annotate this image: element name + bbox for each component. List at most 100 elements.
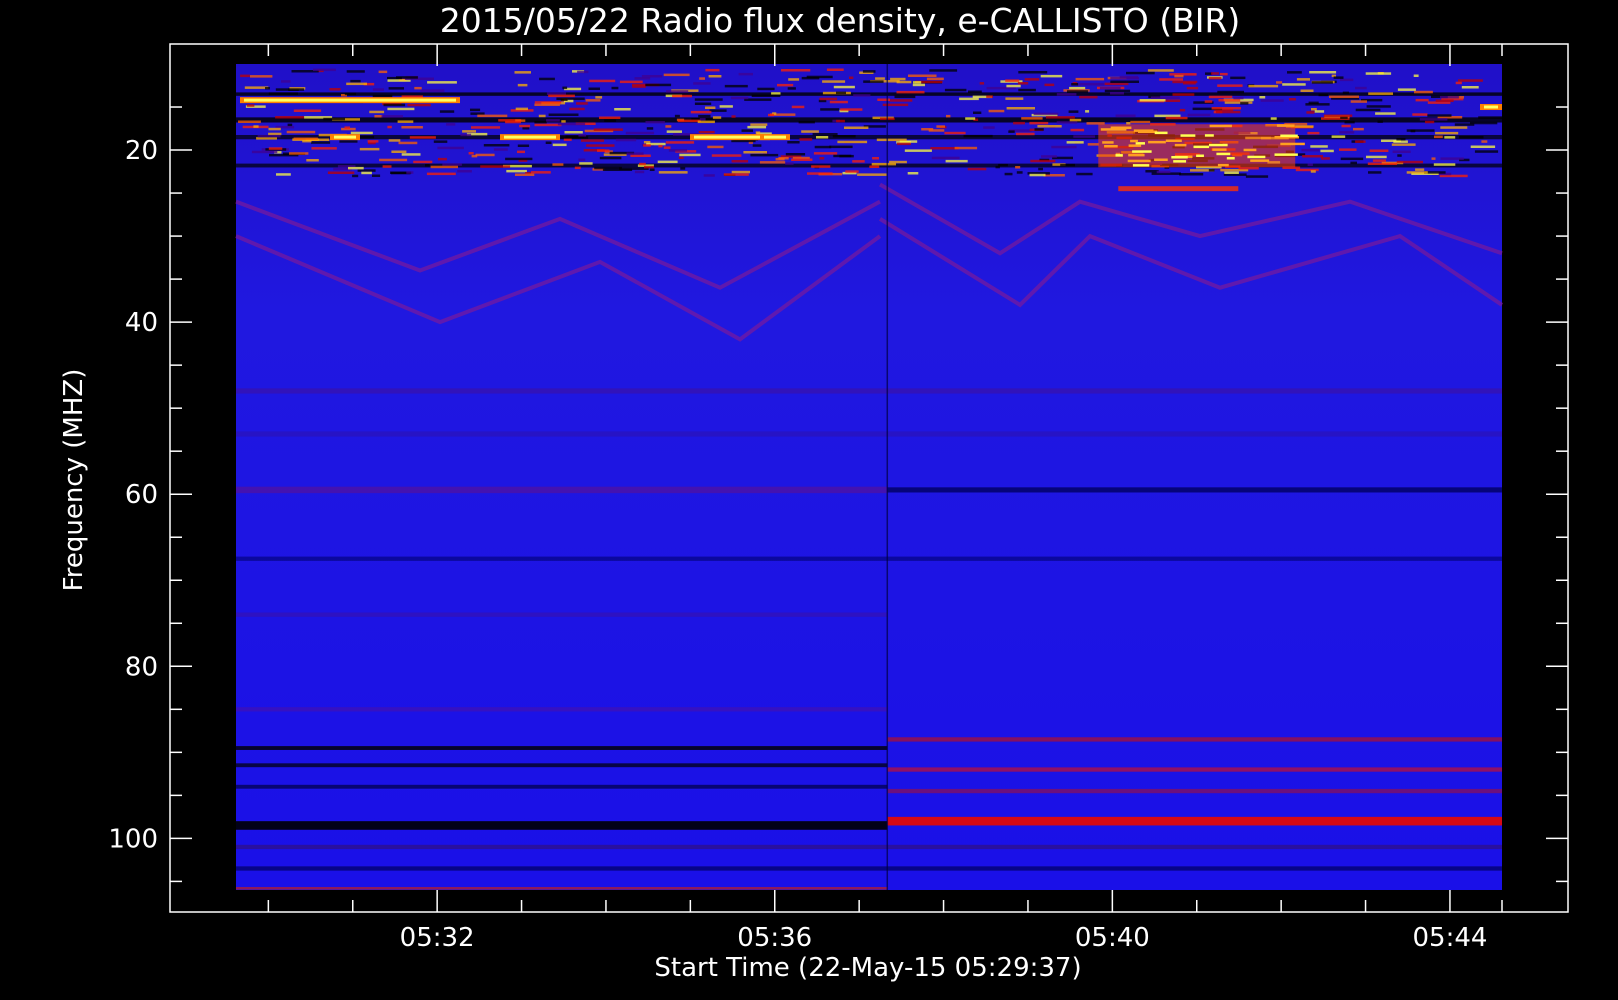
interference-speck (1425, 120, 1435, 124)
interference-speck (634, 77, 651, 80)
interference-speck (665, 141, 695, 144)
interference-speck (548, 113, 579, 116)
interference-speck (1069, 118, 1082, 122)
interference-speck (1372, 159, 1386, 162)
interference-speck (1478, 116, 1506, 119)
interference-speck (413, 160, 433, 164)
interference-speck (928, 129, 945, 132)
interference-speck (585, 99, 601, 102)
interference-speck (275, 116, 304, 119)
interference-speck (1433, 163, 1456, 166)
interference-speck (1435, 131, 1459, 135)
interference-speck (1481, 140, 1488, 143)
interference-speck (698, 130, 715, 134)
emission-patch-speck (1130, 139, 1138, 143)
interference-speck (1329, 95, 1359, 98)
interference-speck (626, 152, 644, 155)
interference-speck (1320, 149, 1334, 153)
emission-patch-speck (1226, 157, 1235, 160)
interference-speck (755, 131, 761, 134)
interference-speck (372, 88, 384, 91)
spectrum-band-12 (236, 763, 888, 768)
interference-speck (1365, 72, 1392, 75)
interference-speck (693, 82, 711, 85)
interference-speck (1104, 89, 1131, 93)
interference-streak-core-5 (1484, 105, 1498, 109)
interference-speck (388, 87, 404, 90)
interference-speck (1375, 112, 1396, 115)
interference-speck (1413, 74, 1419, 77)
interference-speck (493, 148, 508, 151)
interference-speck (599, 156, 622, 160)
interference-speck (1066, 141, 1084, 144)
interference-speck (645, 83, 672, 87)
interference-speck (1296, 78, 1310, 81)
interference-speck (1126, 122, 1131, 125)
emission-patch-speck (1274, 153, 1298, 156)
interference-speck (599, 116, 621, 119)
interference-speck (1414, 90, 1433, 94)
emission-patch-speck (1165, 139, 1182, 142)
interference-speck (1030, 159, 1056, 163)
interference-speck (1067, 90, 1089, 93)
interference-speck (1060, 163, 1075, 167)
interference-speck (406, 171, 414, 174)
interference-speck (586, 144, 615, 147)
interference-speck (563, 138, 572, 141)
interference-speck (578, 134, 587, 137)
interference-speck (1110, 77, 1139, 80)
interference-speck (611, 86, 619, 90)
interference-speck (1311, 108, 1317, 111)
interference-speck (1208, 95, 1233, 99)
interference-speck (275, 88, 305, 91)
interference-speck (615, 138, 637, 142)
interference-speck (251, 150, 278, 154)
emission-patch-speck (1128, 144, 1142, 147)
interference-speck (372, 94, 393, 98)
interference-speck (256, 137, 277, 140)
interference-speck (369, 110, 385, 114)
interference-streak-core-4 (764, 135, 786, 139)
interference-speck (534, 120, 547, 124)
interference-speck (678, 156, 684, 159)
interference-speck (1309, 71, 1337, 74)
interference-speck (401, 153, 421, 156)
interference-speck (346, 70, 365, 73)
interference-speck (889, 160, 907, 164)
interference-speck (522, 127, 530, 130)
interference-speck (1086, 122, 1105, 125)
interference-speck (348, 166, 364, 170)
interference-speck (1419, 118, 1448, 121)
interference-speck (1434, 135, 1443, 139)
chart-title: 2015/05/22 Radio flux density, e-CALLIST… (440, 1, 1241, 40)
interference-speck (1013, 121, 1025, 125)
interference-speck (329, 88, 341, 91)
interference-speck (1056, 121, 1078, 124)
interference-speck (430, 165, 458, 169)
interference-speck (1367, 162, 1398, 165)
interference-speck (1071, 83, 1079, 86)
interference-speck (1165, 116, 1188, 120)
interference-speck (812, 133, 838, 136)
interference-speck (457, 170, 472, 173)
interference-speck (1355, 86, 1367, 90)
interference-speck (1215, 110, 1241, 114)
interference-speck (807, 172, 833, 175)
interference-speck (433, 140, 448, 143)
interference-speck (1410, 129, 1416, 133)
interference-speck (556, 97, 585, 100)
interference-speck (944, 88, 967, 92)
interference-speck (552, 143, 567, 147)
interference-speck (534, 101, 562, 104)
interference-speck (1230, 76, 1246, 80)
interference-speck (930, 147, 959, 150)
interference-speck (289, 152, 309, 155)
interference-speck (788, 78, 800, 81)
interference-speck (680, 167, 686, 170)
interference-speck (1218, 99, 1241, 102)
interference-speck (268, 92, 298, 95)
interference-speck (1440, 157, 1464, 160)
interference-speck (1004, 172, 1013, 176)
interference-speck (372, 174, 381, 177)
interference-speck (1340, 157, 1364, 161)
